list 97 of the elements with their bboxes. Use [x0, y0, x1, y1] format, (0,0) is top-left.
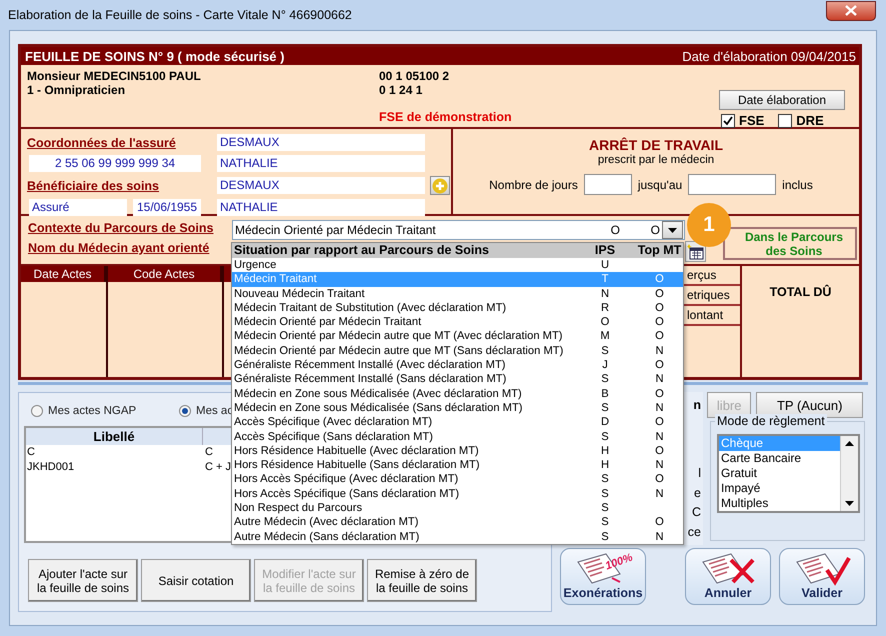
list-option[interactable]: Hors Accès Spécifique (Sans déclaration MT) S N — [232, 486, 683, 502]
action-button[interactable]: Remise à zéro de la feuille de soins — [367, 559, 477, 602]
checkbox[interactable] — [721, 114, 735, 128]
list-option[interactable]: Impayé — [719, 481, 840, 496]
column-header: Libellé — [26, 428, 203, 445]
calendar-icon — [687, 244, 704, 260]
window-title: Elaboration de la Feuille de soins - Carte Vitale N° 466900662 — [8, 8, 352, 22]
big-button[interactable]: 100% Exonérations — [560, 548, 646, 605]
list-option[interactable]: Autre Médecin (Sans déclaration MT) S N — [232, 530, 683, 544]
list-option[interactable]: Généraliste Récemment Installé (Sans déclaration MT) S N — [232, 372, 683, 387]
input-field[interactable] — [584, 174, 632, 195]
radio-label: Mes actes NGAP — [48, 405, 136, 417]
label-fragment: ce — [688, 524, 701, 540]
insured-link[interactable]: Coordonnées de l'assuré — [27, 136, 217, 150]
combo-top-mt: O — [650, 223, 661, 237]
referring-doctor-link[interactable]: Nom du Médecin ayant orienté — [28, 241, 232, 255]
sheet-title: FEUILLE DE SOINS N° 9 ( mode sécurisé ) — [25, 48, 284, 64]
list-option[interactable]: Hors Résidence Habituelle (Avec déclaration MT) H O — [232, 444, 683, 458]
stamp-label: 100% — [604, 552, 634, 572]
step-number: 1 — [703, 213, 715, 237]
list-option[interactable]: Médecin Traitant de Substitution (Avec déclaration MT) R O — [232, 300, 683, 316]
close-button[interactable] — [826, 0, 876, 20]
column-header: Code Actes — [108, 266, 222, 282]
list-cell[interactable]: JKHD001 — [26, 460, 204, 475]
label-fragment: C — [692, 504, 701, 521]
quality-field[interactable]: Assuré — [29, 199, 127, 216]
close-icon — [845, 5, 857, 16]
dropdown-button[interactable] — [662, 221, 683, 239]
scrollbar[interactable] — [840, 436, 858, 511]
combo-value: Médecin Orienté par Médecin Traitant — [234, 223, 437, 237]
list-option[interactable]: Hors Résidence Habituelle (Sans déclaration MT) H N — [232, 458, 683, 472]
label-fragment: e — [694, 484, 701, 502]
section-title: ARRÊT DE TRAVAIL — [588, 137, 724, 153]
doctor-number: 0 1 24 1 — [379, 83, 424, 97]
list-option[interactable]: Médecin Orienté par Médecin Traitant O O — [232, 315, 683, 330]
action-button[interactable]: Ajouter l'acte sur la feuille de soins — [28, 559, 138, 602]
list-option[interactable]: Hors Accès Spécifique (Avec déclaration MT) S O — [232, 472, 683, 487]
calendar-button[interactable] — [685, 241, 706, 262]
checkbox-label: DRE — [796, 113, 824, 128]
doctor-specialty: 1 - Omnipraticien — [27, 83, 126, 97]
field-label: Nombre de jours — [489, 178, 578, 192]
label-fragment: l — [698, 465, 701, 482]
list-option[interactable]: Multiples — [719, 496, 840, 511]
doctor-number: 00 1 05100 2 — [379, 69, 450, 83]
list-cell[interactable]: C — [26, 445, 204, 460]
list-option[interactable]: Généraliste Récemment Installé (Avec déclaration MT) J O — [232, 358, 683, 372]
column-header: IPS — [594, 243, 616, 258]
list-option[interactable]: Nouveau Médecin Traitant N O — [232, 286, 683, 301]
last-name-field[interactable]: DESMAUX — [217, 134, 425, 151]
total-label: TOTAL DÛ — [768, 284, 832, 301]
list-option[interactable]: Accès Spécifique (Sans déclaration MT) S N — [232, 430, 683, 444]
first-name-field[interactable]: NATHALIE — [217, 155, 425, 172]
list-option[interactable]: Urgence U — [232, 258, 683, 272]
elaboration-date: Date d'élaboration 09/04/2015 — [682, 48, 856, 64]
combo-ips: O — [610, 223, 621, 237]
input-field[interactable] — [688, 174, 776, 195]
column-header: Date Actes — [21, 266, 106, 282]
beneficiary-link[interactable]: Bénéficiaire des soins — [27, 178, 217, 192]
checkbox-label: FSE — [739, 113, 764, 128]
payment-list[interactable]: Chèque Carte Bancaire Gratuit Impayé Multiples — [717, 434, 860, 513]
pathway-status: Dans le Parcours des Soins — [723, 227, 857, 260]
doctor-name: Monsieur MEDECIN5100 PAUL — [27, 69, 202, 83]
list-option[interactable]: Gratuit — [719, 466, 840, 481]
plus-icon — [432, 178, 448, 194]
section-subtitle: prescrit par le médecin — [596, 154, 716, 166]
caret-icon — [668, 228, 677, 232]
list-option[interactable]: Non Respect du Parcours S — [232, 501, 683, 516]
date-button[interactable]: Date élaboration — [719, 90, 845, 110]
first-name-field[interactable]: NATHALIE — [217, 199, 425, 216]
radio-button[interactable] — [31, 405, 43, 417]
pathway-link[interactable]: Contexte du Parcours de Soins — [28, 221, 232, 235]
list-option[interactable]: Médecin Orienté par Médecin autre que MT (Avec déclaration MT) M O — [232, 329, 683, 344]
list-cell[interactable]: C + J — [204, 460, 232, 475]
list-cell[interactable]: C — [204, 445, 232, 460]
list-option[interactable]: Médecin en Zone sous Médicalisée (Avec déclaration MT) B O — [232, 386, 683, 401]
nir-field[interactable]: 2 55 06 99 999 999 34 — [29, 155, 201, 172]
radio-button[interactable] — [179, 405, 191, 417]
big-button[interactable]: Annuler — [685, 548, 771, 605]
field-label: inclus — [782, 178, 813, 192]
column-header: Top MT — [636, 243, 682, 258]
action-button[interactable]: Saisir cotation — [141, 559, 251, 602]
combo-box[interactable]: Médecin Orienté par Médecin Traitant O O — [232, 220, 685, 240]
demo-notice: FSE de démonstration — [379, 110, 513, 124]
field-label: jusqu'au — [638, 178, 682, 192]
checkbox[interactable] — [778, 114, 792, 128]
column-header: Situation par rapport au Parcours de Soins — [234, 243, 490, 258]
big-button[interactable]: Valider — [779, 548, 865, 605]
last-name-field[interactable]: DESMAUX — [217, 177, 425, 194]
list-option[interactable]: Médecin en Zone sous Médicalisée (Sans déclaration MT) S N — [232, 400, 683, 416]
list-option[interactable]: Médecin Orienté par Médecin autre que MT (Sans déclaration MT) S N — [232, 344, 683, 358]
group-label: Mode de règlement — [715, 414, 827, 428]
add-button[interactable] — [430, 176, 450, 195]
list-option[interactable]: Accès Spécifique (Avec déclaration MT) D O — [232, 415, 683, 430]
label-fragment: n — [693, 398, 701, 412]
list-option[interactable]: Carte Bancaire — [719, 451, 840, 466]
birth-date-field[interactable]: 15/06/1955 — [133, 199, 201, 216]
list-option[interactable]: Autre Médecin (Avec déclaration MT) S O — [232, 515, 683, 530]
